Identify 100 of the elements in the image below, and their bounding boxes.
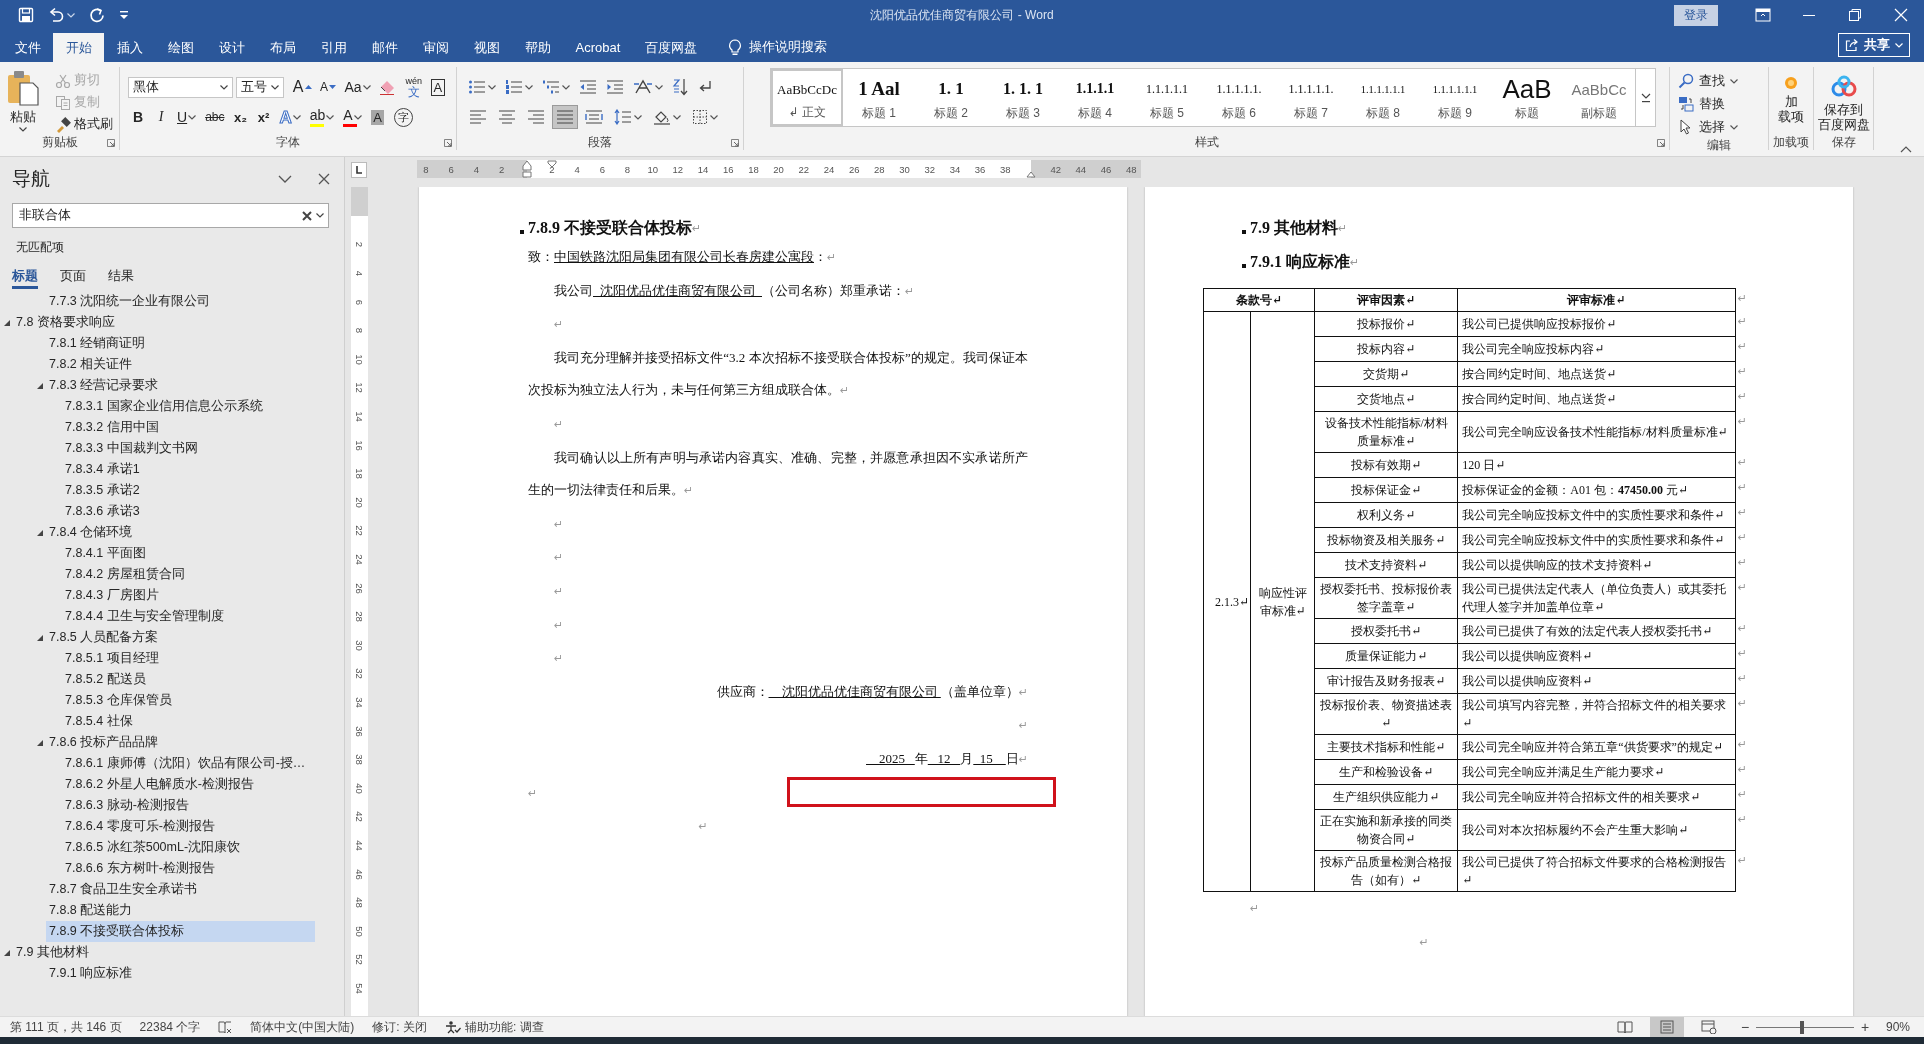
outline-item[interactable]: 7.8.5.3 仓库保管员 xyxy=(62,690,315,711)
dialog-launcher-icon[interactable] xyxy=(444,139,452,147)
underline-button[interactable]: U xyxy=(174,106,200,128)
paste-button[interactable]: 粘贴 xyxy=(3,67,43,134)
tab-selector-icon[interactable] xyxy=(351,162,367,178)
slider-thumb[interactable] xyxy=(1800,1020,1804,1034)
outline-item[interactable]: 7.8.4.4 卫生与安全管理制度 xyxy=(62,606,315,627)
outline-item[interactable]: 7.8.6.6 东方树叶-检测报告 xyxy=(62,858,315,879)
outline-item[interactable]: 7.8.5.2 配送员 xyxy=(62,669,315,690)
outline-item[interactable]: 7.8.3.6 承诺3 xyxy=(62,501,315,522)
outline-item[interactable]: 7.8.4.1 平面图 xyxy=(62,543,315,564)
outline-item[interactable]: 7.8.4 仓储环境 xyxy=(33,522,315,543)
highlight-button[interactable]: ab xyxy=(306,106,338,128)
pane-tab[interactable]: 标题 xyxy=(12,267,38,289)
redo-icon[interactable] xyxy=(89,7,105,23)
subscript-button[interactable]: x₂ xyxy=(230,106,251,128)
outline-item[interactable]: 7.8.7 食品卫生安全承诺书 xyxy=(46,879,315,900)
proofing-icon[interactable] xyxy=(218,1020,233,1034)
dialog-launcher-icon[interactable] xyxy=(1657,139,1665,147)
format-painter-button[interactable]: 格式刷 xyxy=(55,115,113,134)
italic-button[interactable]: I xyxy=(151,106,171,128)
sort-icon[interactable] xyxy=(672,78,688,96)
tell-me-search[interactable]: 操作说明搜索 xyxy=(748,39,827,56)
outline-item[interactable]: 7.8.5.1 项目经理 xyxy=(62,648,315,669)
outline-item[interactable]: 7.8.1 经销商证明 xyxy=(46,333,315,354)
style-option[interactable]: AaBbCc 副标题 xyxy=(1563,69,1635,126)
font-name-dropdown[interactable]: 黑体 xyxy=(128,76,234,98)
outline-item[interactable]: 7.8.6.1 康师傅（沈阳）饮品有限公司-授… xyxy=(62,753,315,774)
outline-item[interactable]: 7.9.1 响应标准 xyxy=(46,963,315,984)
style-option[interactable]: AaBbCcDc ↲ 正文 xyxy=(771,69,843,126)
outline-item[interactable]: 7.8.3.1 国家企业信用信息公示系统 xyxy=(62,396,315,417)
ribbon-tab[interactable]: 插入 xyxy=(104,33,155,62)
expanded-triangle-icon[interactable] xyxy=(36,738,44,747)
pane-tab[interactable]: 页面 xyxy=(60,267,86,289)
lightbulb-icon[interactable] xyxy=(727,38,742,57)
caret-icon[interactable] xyxy=(488,84,496,90)
character-shading-button[interactable]: A xyxy=(367,106,388,128)
find-button[interactable]: 查找 xyxy=(1678,71,1760,91)
track-changes-indicator[interactable]: 修订: 关闭 xyxy=(372,1018,427,1036)
outline-item[interactable]: 7.8.4.2 房屋租赁合同 xyxy=(62,564,315,585)
ribbon-tab[interactable]: 引用 xyxy=(308,33,359,62)
caret-icon[interactable] xyxy=(562,84,570,90)
caret-icon[interactable] xyxy=(525,84,533,90)
style-option[interactable]: 1 Aal 标题 1 xyxy=(843,69,915,126)
caret-icon[interactable] xyxy=(655,84,663,90)
expanded-triangle-icon[interactable] xyxy=(36,528,44,537)
outline-item[interactable]: 7.7.3 沈阳统一企业有限公司 xyxy=(46,291,315,312)
style-option[interactable]: 1. 1 标题 2 xyxy=(915,69,987,126)
outline-item[interactable]: 7.8.8 配送能力 xyxy=(46,900,315,921)
outline-item[interactable]: 7.8.6.4 零度可乐-检测报告 xyxy=(62,816,315,837)
outline-item[interactable]: 7.8 资格要求响应 xyxy=(0,312,315,333)
style-option[interactable]: 1. 1. 1 标题 3 xyxy=(987,69,1059,126)
accessibility-checker[interactable]: 辅助功能: 调查 xyxy=(445,1018,544,1036)
font-size-dropdown[interactable]: 五号 xyxy=(236,76,285,98)
ribbon-tab[interactable]: 绘图 xyxy=(155,33,206,62)
word-count[interactable]: 22384 个字 xyxy=(139,1018,201,1036)
outline-item[interactable]: 7.8.6.5 冰红茶500mL-沈阳康饮 xyxy=(62,837,315,858)
restore-icon[interactable] xyxy=(1848,8,1862,22)
ribbon-tab[interactable]: 帮助 xyxy=(512,33,563,62)
close-icon[interactable] xyxy=(318,173,330,185)
undo-icon[interactable] xyxy=(48,7,64,23)
ribbon-tab[interactable]: 视图 xyxy=(461,33,512,62)
pane-tab[interactable]: 结果 xyxy=(108,267,134,289)
chevron-down-icon[interactable] xyxy=(278,175,292,183)
outline-item[interactable]: 7.8.9 不接受联合体投标 xyxy=(46,921,315,942)
first-line-indent-icon[interactable] xyxy=(547,160,557,168)
zoom-out-button[interactable]: − xyxy=(1737,1019,1752,1035)
outline-item[interactable]: 7.8.3 经营记录要求 xyxy=(33,375,315,396)
style-option[interactable]: AaB 标题 xyxy=(1491,69,1563,126)
style-option[interactable]: 1.1.1.1 标题 4 xyxy=(1059,69,1131,126)
style-option[interactable]: 1.1.1.1.1. 标题 7 xyxy=(1275,69,1347,126)
expanded-triangle-icon[interactable] xyxy=(36,381,44,390)
customize-toolbar-icon[interactable] xyxy=(119,9,129,21)
style-option[interactable]: 1.1.1.1.1 标题 5 xyxy=(1131,69,1203,126)
collapse-ribbon-icon[interactable] xyxy=(1900,146,1912,153)
grow-font-button[interactable]: A xyxy=(290,76,315,98)
increase-indent-icon[interactable] xyxy=(606,79,624,95)
font-color-button[interactable]: A xyxy=(340,106,365,128)
language-indicator[interactable]: 简体中文(中国大陆) xyxy=(250,1018,355,1036)
outline-item[interactable]: 7.8.3.2 信用中国 xyxy=(62,417,315,438)
select-button[interactable]: 选择 xyxy=(1678,117,1760,137)
expanded-triangle-icon[interactable] xyxy=(3,318,11,327)
outline-item[interactable]: 7.8.6.3 脉动-检测报告 xyxy=(62,795,315,816)
outline-item[interactable]: 7.8.3.5 承诺2 xyxy=(62,480,315,501)
style-option[interactable]: 1.1.1.1.1.1 标题 8 xyxy=(1347,69,1419,126)
save-to-cloud-button[interactable]: 保存到 百度网盘 xyxy=(1817,67,1870,134)
ribbon-display-options-icon[interactable] xyxy=(1755,8,1771,22)
bold-button[interactable]: B xyxy=(128,106,148,128)
save-icon[interactable] xyxy=(18,7,34,23)
page-count[interactable]: 第 111 页，共 146 页 xyxy=(10,1018,122,1036)
ribbon-tab[interactable]: 百度网盘 xyxy=(632,33,710,62)
change-case-button[interactable]: Aa xyxy=(341,76,374,98)
numbered-list-icon[interactable] xyxy=(505,79,523,95)
style-option[interactable]: 1.1.1.1.1.1 标题 9 xyxy=(1419,69,1491,126)
indent-marker-icon[interactable] xyxy=(522,160,532,178)
outline-item[interactable]: 7.9 其他材料 xyxy=(0,942,315,963)
ribbon-tab[interactable]: 审阅 xyxy=(410,33,461,62)
clear-icon[interactable] xyxy=(302,210,312,221)
ribbon-tab[interactable]: 文件 xyxy=(2,33,53,62)
zoom-in-button[interactable]: + xyxy=(1857,1019,1872,1035)
